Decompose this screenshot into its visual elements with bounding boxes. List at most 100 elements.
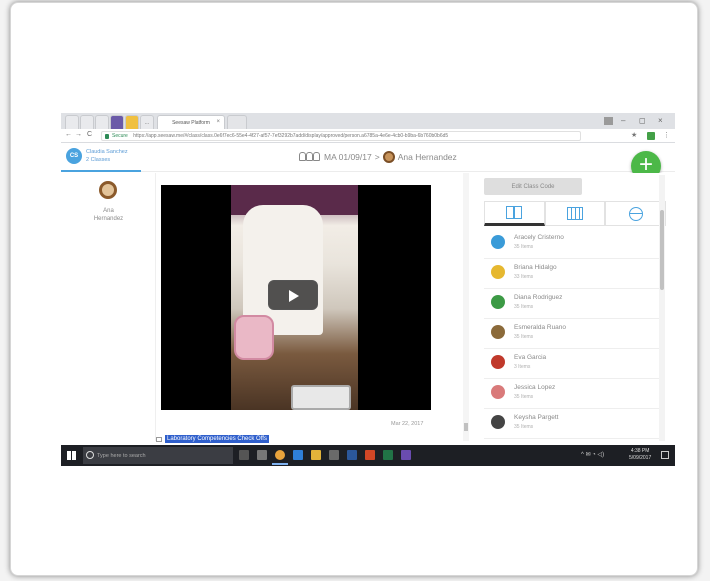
taskbar-search-placeholder: Type here to search [97,452,146,459]
clock-time: 4:38 PM [630,448,650,454]
teacher-name: Claudia Sanchez [86,149,128,155]
browser-tab-strip: ... Seesaw Platform × – ◻ × [61,113,675,129]
video-scene-basin [234,315,274,360]
browser-tab-4[interactable] [110,115,124,129]
tab-globe[interactable] [605,201,667,226]
forward-icon[interactable]: → [75,131,82,138]
back-icon[interactable]: ← [65,131,72,138]
student-avatar-icon [491,385,505,399]
breadcrumb-student: Ana Hernandez [397,152,457,162]
taskbar-clock[interactable]: 4:38 PM 5/09/2017 [629,448,651,462]
feed-scroll-thumb[interactable] [464,423,468,431]
list-item[interactable]: Esmeralda Ruano 35 Items [484,319,659,349]
student-item-count: 35 Items [514,424,534,430]
list-item[interactable]: Briana Hidalgo 33 Items [484,259,659,289]
reload-icon[interactable]: C [87,131,92,138]
powerpoint-icon[interactable] [365,450,375,460]
browser-tab-1[interactable] [65,115,79,129]
dog-avatar-icon [382,151,395,163]
address-bar: ← → C Secure https://app.seesaw.me/#/cla… [61,129,675,143]
close-window-icon[interactable]: × [658,116,663,125]
list-item[interactable]: Aracely Cristerno 35 Items [484,229,659,259]
windows-start-icon[interactable] [67,451,76,460]
taskbar-search-input[interactable]: Type here to search [83,447,233,464]
lock-icon [105,134,109,139]
student-name: Diana Rodriguez [514,294,563,301]
globe-icon [628,206,643,221]
task-view-icon[interactable] [257,450,267,460]
word-icon[interactable] [347,450,357,460]
student-list-scrollbar[interactable] [659,175,665,441]
browser-tab-5[interactable] [125,115,139,129]
student-name: Aracely Cristerno [514,234,564,241]
class-panel: Edit Class Code Aracely Cristerno 35 Ite… [473,173,667,441]
browser-tab-6[interactable]: ... [140,115,154,129]
breadcrumb-class[interactable]: MA 01/09/17 [324,152,372,162]
app-header: CS Claudia Sanchez 2 Classes MA 01/09/17… [61,144,675,172]
student-name: Esmeralda Ruano [514,324,567,331]
student-name: Eva Garcia [514,354,547,361]
list-item[interactable]: Eva Garcia 3 Items [484,349,659,379]
teacher-avatar[interactable]: CS [66,148,82,164]
video-scene-phone [291,385,351,410]
microphone-icon[interactable] [239,450,249,460]
maximize-icon[interactable]: ◻ [639,116,646,125]
tab-students[interactable] [484,201,545,226]
feed-scrollbar[interactable] [463,173,469,441]
browser-tab-2[interactable] [80,115,94,129]
student-avatar-icon [491,295,505,309]
breadcrumb-separator: > [374,152,380,162]
secure-label: Secure [112,133,128,139]
browser-tab-3[interactable] [95,115,109,129]
view-tabs [484,201,667,226]
action-center-icon[interactable] [661,451,669,459]
extension-icon[interactable] [647,132,655,140]
url-input[interactable]: Secure https://app.seesaw.me/#/class/cla… [101,131,581,141]
onenote-icon[interactable] [401,450,411,460]
slide-frame: ... Seesaw Platform × – ◻ × ← → C Secure… [10,2,698,576]
tab-calendar[interactable] [544,201,606,226]
list-item[interactable]: Diana Rodriguez 35 Items [484,289,659,319]
bookmark-star-icon[interactable]: ★ [631,131,637,139]
student-item-count: 35 Items [514,244,534,250]
list-item[interactable]: Keysha Pargett 35 Items [484,409,659,439]
student-list: Aracely Cristerno 35 Items Briana Hidalg… [484,229,659,441]
edge-icon[interactable] [293,450,303,460]
play-icon [289,290,299,302]
minimize-icon[interactable]: – [621,116,625,125]
excel-icon[interactable] [383,450,393,460]
student-scroll-thumb[interactable] [660,210,664,290]
caption-text: Laboratory Competencies Check Offs [165,435,269,443]
profile-icon[interactable] [604,117,613,125]
menu-icon[interactable]: ⋮ [663,131,670,139]
list-item[interactable]: Jessica Lopez 35 Items [484,379,659,409]
system-tray[interactable]: ^ ✉ ◔ ◁) [581,451,604,458]
store-icon[interactable] [329,450,339,460]
student-item-count: 33 Items [514,274,534,280]
student-dog-icon[interactable] [99,181,117,199]
chrome-icon[interactable] [272,450,288,465]
student-name: Keysha Pargett [514,414,559,421]
edit-class-code-button[interactable]: Edit Class Code [484,178,582,195]
student-avatar-icon [491,325,505,339]
play-button[interactable] [268,280,318,310]
post-caption[interactable]: Laboratory Competencies Check Offs [156,435,269,443]
student-avatar-icon [491,415,505,429]
clock-date: 5/09/2017 [629,455,652,461]
student-avatar-icon [491,355,505,369]
student-last-name: Hernandez [93,216,124,222]
teacher-info[interactable]: Claudia Sanchez 2 Classes [86,148,128,164]
file-explorer-icon[interactable] [311,450,321,460]
teacher-underline [61,170,141,172]
browser-tab-seesaw[interactable]: Seesaw Platform × [157,115,225,129]
video-player[interactable] [161,185,431,410]
windows-taskbar: Type here to search ^ ✉ ◔ ◁) 4:38 PM 5/0… [61,445,675,466]
student-item-count: 35 Items [514,394,534,400]
student-name: Jessica Lopez [514,384,556,391]
new-tab-button[interactable] [227,115,247,129]
calendar-icon [567,207,583,220]
split-view-icon [506,206,523,219]
tab-close-icon[interactable]: × [216,119,220,125]
class-people-icon [299,152,321,162]
student-item-count: 3 Items [514,364,531,370]
